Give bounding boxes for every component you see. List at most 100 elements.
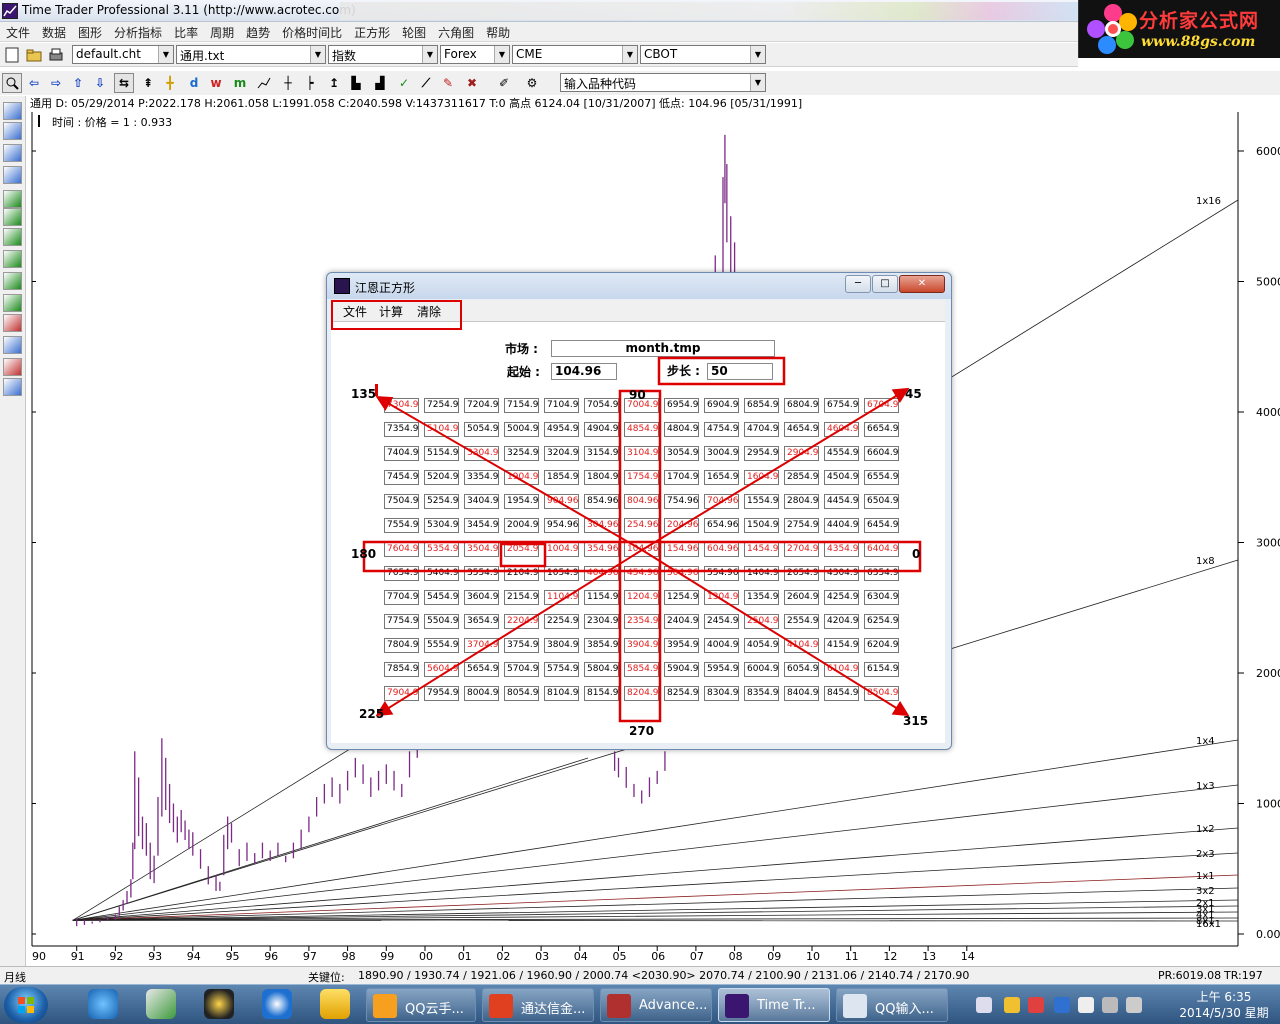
menu-item-8[interactable]: 正方形 bbox=[348, 22, 396, 41]
y-tick-label: 2000 bbox=[1256, 667, 1280, 680]
scale-icon[interactable]: ⇞ bbox=[138, 73, 158, 93]
menu-item-11[interactable]: 帮助 bbox=[480, 22, 516, 41]
grid-cell: 3054.96 bbox=[664, 446, 699, 461]
network-icon[interactable] bbox=[1102, 997, 1118, 1013]
trend-icon[interactable]: ⟋ bbox=[416, 73, 436, 93]
arrow-down-icon[interactable]: ⇩ bbox=[90, 73, 110, 93]
gann-tool-icon[interactable] bbox=[3, 166, 22, 184]
check-icon[interactable]: ✓ bbox=[394, 73, 414, 93]
chevron-down-icon[interactable]: ▼ bbox=[750, 46, 765, 63]
gann-tool-icon[interactable] bbox=[3, 228, 22, 246]
market-field[interactable]: month.tmp bbox=[551, 340, 775, 357]
zoom-icon[interactable] bbox=[2, 73, 22, 93]
task-tdx[interactable]: 通达信金... bbox=[482, 988, 594, 1022]
symbol-input[interactable]: 输入品种代码 ▼ bbox=[560, 73, 766, 92]
line-chart-icon[interactable] bbox=[254, 73, 274, 93]
chevron-down-icon[interactable]: ▼ bbox=[750, 74, 765, 91]
chevron-down-icon[interactable]: ▼ bbox=[422, 46, 437, 63]
task-qq-cloud[interactable]: QQ云手... bbox=[366, 988, 476, 1022]
gann-tool-icon[interactable] bbox=[3, 122, 22, 140]
clock[interactable]: 上午 6:35 2014/5/30 星期五 bbox=[1178, 989, 1270, 1024]
chevron-down-icon[interactable]: ▼ bbox=[310, 46, 325, 63]
type-value: 指数 bbox=[332, 49, 357, 63]
arrow-up-icon[interactable]: ⇧ bbox=[68, 73, 88, 93]
gann-tool-icon[interactable] bbox=[3, 208, 22, 226]
task-qq-input[interactable]: QQ输入... bbox=[836, 988, 948, 1022]
menu-item-0[interactable]: 文件 bbox=[0, 22, 36, 41]
qq-tray-icon[interactable] bbox=[1004, 997, 1020, 1013]
maximize-icon[interactable]: □ bbox=[872, 275, 898, 293]
close-icon[interactable]: ✕ bbox=[899, 275, 945, 293]
eraser-icon[interactable]: ✖ bbox=[462, 73, 482, 93]
arrow-left-icon[interactable]: ⇦ bbox=[24, 73, 44, 93]
ie-icon[interactable] bbox=[88, 989, 118, 1019]
gann-tool-icon[interactable] bbox=[3, 314, 22, 332]
gann-tool-icon[interactable] bbox=[3, 378, 22, 396]
brush-icon[interactable]: ✐ bbox=[494, 73, 514, 93]
dialog-menu-calc[interactable]: 计算 bbox=[379, 303, 403, 320]
monthly-icon[interactable]: m bbox=[230, 73, 250, 93]
gann-tool-icon[interactable] bbox=[3, 336, 22, 354]
arrow-right-icon[interactable]: ⇨ bbox=[46, 73, 66, 93]
gann-tool-icon[interactable] bbox=[3, 144, 22, 162]
menu-item-9[interactable]: 轮图 bbox=[396, 22, 432, 41]
speaker-icon[interactable] bbox=[1126, 997, 1142, 1013]
menu-item-7[interactable]: 价格时间比 bbox=[276, 22, 348, 41]
pen-icon[interactable]: ✎ bbox=[438, 73, 458, 93]
settings-icon[interactable]: ⚙ bbox=[522, 73, 542, 93]
gann-tool-icon[interactable] bbox=[3, 272, 22, 290]
qq-input-icon bbox=[843, 994, 867, 1018]
gann-tool-icon[interactable] bbox=[3, 102, 22, 120]
gann-tool-icon[interactable] bbox=[3, 358, 22, 376]
gann-tool-icon[interactable] bbox=[3, 294, 22, 312]
chart-file-select[interactable]: default.cht ▼ bbox=[72, 45, 174, 64]
dialog-menu-file[interactable]: 文件 bbox=[343, 303, 367, 320]
gann-tool-icon[interactable] bbox=[3, 250, 22, 268]
shield-icon[interactable] bbox=[1054, 997, 1070, 1013]
start-field[interactable]: 104.96 bbox=[551, 363, 617, 380]
chrome-icon[interactable] bbox=[1028, 997, 1044, 1013]
menu-item-4[interactable]: 比率 bbox=[168, 22, 204, 41]
start-button[interactable] bbox=[4, 987, 48, 1023]
menu-item-1[interactable]: 数据 bbox=[36, 22, 72, 41]
menu-item-2[interactable]: 图形 bbox=[72, 22, 108, 41]
market2-value: CME bbox=[516, 47, 543, 61]
chevron-down-icon[interactable]: ▼ bbox=[622, 46, 637, 63]
bird-icon[interactable] bbox=[262, 989, 292, 1019]
menu-item-5[interactable]: 周期 bbox=[204, 22, 240, 41]
menu-item-3[interactable]: 分析指标 bbox=[108, 22, 168, 41]
maps-icon[interactable] bbox=[146, 989, 176, 1019]
pyramid-icon[interactable] bbox=[320, 989, 350, 1019]
market-select-1[interactable]: Forex ▼ bbox=[440, 45, 510, 64]
weekly-icon[interactable]: w bbox=[206, 73, 226, 93]
type-select[interactable]: 指数 ▼ bbox=[328, 45, 438, 64]
qq-penguin-icon[interactable] bbox=[204, 989, 234, 1019]
bar-chart-icon[interactable]: ┼ bbox=[278, 73, 298, 93]
candle-icon[interactable]: ┝ bbox=[300, 73, 320, 93]
new-file-icon[interactable] bbox=[2, 45, 22, 65]
menu-item-10[interactable]: 六角图 bbox=[432, 22, 480, 41]
chevron-down-icon[interactable]: ▼ bbox=[158, 46, 173, 63]
ime-icon[interactable] bbox=[976, 997, 992, 1013]
flag-icon[interactable] bbox=[1078, 997, 1094, 1013]
histogram-icon[interactable]: ▟ bbox=[370, 73, 390, 93]
gann-tool-icon[interactable] bbox=[3, 190, 22, 208]
grid-cell: 7654.96 bbox=[384, 566, 419, 581]
price-mark-icon[interactable]: ↥ bbox=[324, 73, 344, 93]
step-field[interactable]: 50 bbox=[707, 363, 773, 380]
print-icon[interactable] bbox=[46, 45, 66, 65]
market-select-3[interactable]: CBOT ▼ bbox=[640, 45, 766, 64]
swap-icon[interactable]: ⇆ bbox=[114, 73, 134, 93]
minimize-icon[interactable]: ─ bbox=[845, 275, 871, 293]
task-time-trader[interactable]: Time Tr... bbox=[718, 988, 830, 1022]
volume-icon[interactable]: ▙ bbox=[346, 73, 366, 93]
dialog-menu-clear[interactable]: 清除 bbox=[417, 303, 441, 320]
task-advance[interactable]: Advance... bbox=[600, 988, 712, 1022]
chevron-down-icon[interactable]: ▼ bbox=[494, 46, 509, 63]
daily-icon[interactable]: d bbox=[184, 73, 204, 93]
market-select-2[interactable]: CME ▼ bbox=[512, 45, 638, 64]
crosshair-icon[interactable]: ╋ bbox=[160, 73, 180, 93]
menu-item-6[interactable]: 趋势 bbox=[240, 22, 276, 41]
template-select[interactable]: 通用.txt ▼ bbox=[176, 45, 326, 64]
open-folder-icon[interactable] bbox=[24, 45, 44, 65]
